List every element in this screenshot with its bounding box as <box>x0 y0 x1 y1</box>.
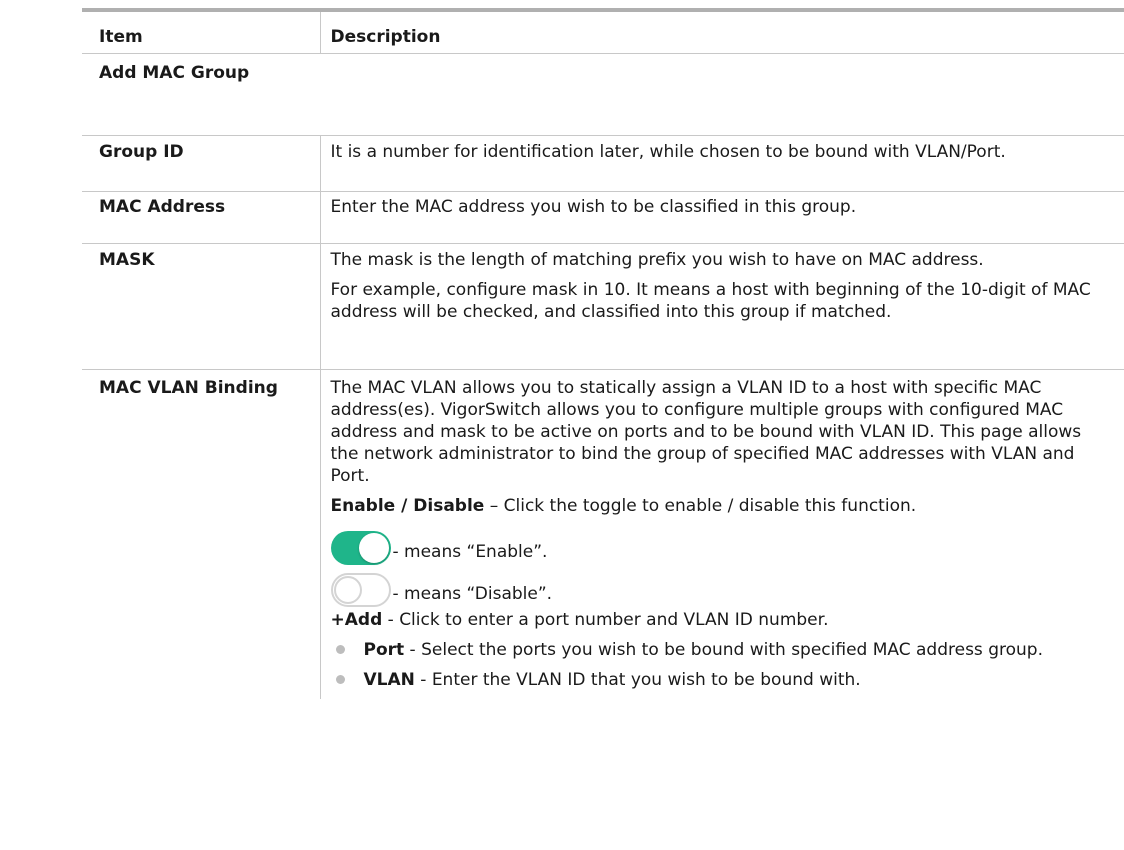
bullet-dot-icon <box>335 674 345 684</box>
desc-mask-cell: The mask is the length of matching prefi… <box>320 243 1124 370</box>
table-row-group-id: Group ID It is a number for identificati… <box>82 135 1124 192</box>
add-text: - Click to enter a port number and VLAN … <box>382 609 829 630</box>
desc-mac-vlan-binding-cell: The MAC VLAN allows you to statically as… <box>320 369 1124 699</box>
desc-mask-paragraph-1: The mask is the length of matching prefi… <box>330 249 984 270</box>
list-item-port: Port - Select the ports you wish to be b… <box>331 639 1111 661</box>
add-label: +Add <box>330 609 383 630</box>
enable-disable-text: – Click the toggle to enable / disable t… <box>484 495 917 516</box>
bullet-dot-icon <box>335 644 345 654</box>
item-mac-vlan-binding: MAC VLAN Binding <box>82 369 321 699</box>
table-row-mask: MASK The mask is the length of matching … <box>82 243 1124 370</box>
section-title: Add MAC Group <box>82 53 1124 136</box>
item-mac-address: MAC Address <box>82 191 321 244</box>
header-item: Item <box>82 10 321 54</box>
enable-disable-label: Enable / Disable <box>330 495 485 516</box>
enable-disable-paragraph: Enable / Disable – Click the toggle to e… <box>331 495 1111 517</box>
item-mask: MASK <box>82 243 321 370</box>
header-description: Description <box>320 10 1124 54</box>
desc-mask-paragraph-2: For example, configure mask in 10. It me… <box>330 279 1091 322</box>
add-paragraph: +Add - Click to enter a port number and … <box>331 609 1111 631</box>
item-group-id: Group ID <box>82 135 321 192</box>
toggle-on-icon <box>330 530 391 565</box>
desc-mac-address: Enter the MAC address you wish to be cla… <box>320 191 1124 244</box>
toggle-off-line: - means “Disable”. <box>330 567 1111 607</box>
bullet-label-port: Port <box>363 639 405 660</box>
toggle-off-text: - means “Disable”. <box>392 583 553 604</box>
toggle-on-line: - means “Enable”. <box>330 525 1111 565</box>
table-header-row: Item Description <box>82 10 1124 54</box>
bullet-label-vlan: VLAN <box>363 669 415 690</box>
section-row: Add MAC Group <box>82 53 1124 136</box>
table-row-mac-address: MAC Address Enter the MAC address you wi… <box>82 191 1124 244</box>
desc-binding-paragraph-1: The MAC VLAN allows you to statically as… <box>330 377 1082 486</box>
desc-group-id: It is a number for identification later,… <box>320 135 1124 192</box>
list-item-vlan: VLAN - Enter the VLAN ID that you wish t… <box>331 669 1111 691</box>
bullet-text-port: - Select the ports you wish to be bound … <box>404 639 1043 660</box>
toggle-on-text: - means “Enable”. <box>392 541 548 562</box>
description-table: Item Description Add MAC Group Group ID … <box>82 8 1124 699</box>
toggle-off-icon <box>330 572 391 607</box>
bullet-list: Port - Select the ports you wish to be b… <box>331 639 1111 691</box>
bullet-text-vlan: - Enter the VLAN ID that you wish to be … <box>414 669 861 690</box>
table-row-mac-vlan-binding: MAC VLAN Binding The MAC VLAN allows you… <box>82 369 1124 699</box>
